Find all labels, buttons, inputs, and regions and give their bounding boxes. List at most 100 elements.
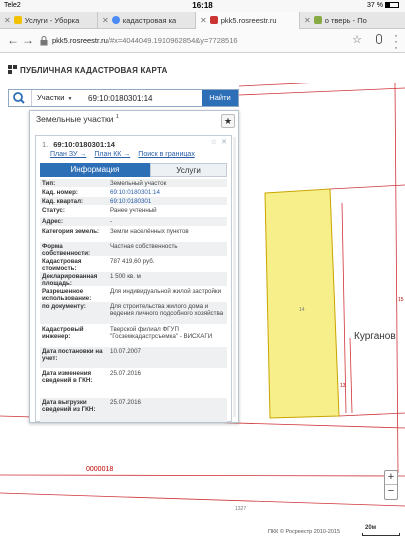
field-label: Категория земель: xyxy=(42,228,100,235)
battery-percent: 37 % xyxy=(367,2,383,9)
panel-scrollbar[interactable] xyxy=(233,137,236,417)
bookmark-star-icon[interactable]: ☆ xyxy=(352,33,362,46)
table-row: Кад. номер: 69:10:0180301:14 xyxy=(40,188,227,197)
menu-dots-icon[interactable]: · · · xyxy=(394,29,398,53)
field-label: Кадастровая стоимость: xyxy=(42,258,82,272)
browser-tab-3[interactable]: ✕ pkk5.rosreestr.ru xyxy=(196,12,300,29)
search-within-link[interactable]: Поиск в границах xyxy=(138,151,195,158)
field-label: Кад. квартал: xyxy=(42,198,84,205)
table-row: Декларированная площадь: 1 500 кв. м xyxy=(40,272,227,287)
tab-services[interactable]: Услуги xyxy=(150,163,227,177)
field-value: Земли населённых пунктов xyxy=(110,228,189,235)
zoom-in-button[interactable]: + xyxy=(385,471,397,485)
table-row: Тип: Земельный участок xyxy=(40,179,227,188)
tab-info[interactable]: Информация xyxy=(40,163,150,177)
forward-arrow-icon[interactable]: → xyxy=(22,33,34,47)
cadastral-number-link[interactable]: 69:10:0180301:14 xyxy=(108,188,227,196)
address-bar: ← → pkk5.rosreestr.ru/#x=4044049.1910962… xyxy=(0,29,405,53)
close-tab-icon[interactable]: ✕ xyxy=(4,16,11,25)
field-value: Тверской филиал ФГУП "Госземкадастрсъемк… xyxy=(110,326,213,340)
parcel-number: 69:10:0180301:14 xyxy=(53,140,115,149)
search-type-label: Участки xyxy=(37,93,65,102)
status-bar: Tele2 16:18 37 % xyxy=(0,0,405,12)
field-value: Земельный участок xyxy=(110,180,167,187)
back-arrow-icon[interactable]: ← xyxy=(7,33,19,47)
zoom-out-button[interactable]: − xyxy=(385,485,397,499)
chevron-down-icon: ▼ xyxy=(67,96,73,102)
field-value: 25.07.2016 xyxy=(110,399,141,406)
parcel-side-label: 13 xyxy=(340,383,346,389)
field-label: Форма собственности: xyxy=(42,243,91,257)
close-tab-icon[interactable]: ✕ xyxy=(102,16,109,25)
table-row: Кадастровая стоимость: 787 419,60 руб. xyxy=(40,257,227,272)
panel-title-text: Земельные участки xyxy=(36,114,114,124)
parcel-side-label: 15 xyxy=(398,297,404,303)
field-label: Декларированная площадь: xyxy=(42,273,98,287)
plan-kk-link[interactable]: План КК → xyxy=(94,151,130,158)
browser-tab-4[interactable]: ✕ о тверь - По xyxy=(300,12,405,29)
field-label: Дата выгрузки сведений из ГКН: xyxy=(42,399,96,413)
table-row: Дата выгрузки сведений из ГКН: 25.07.2016 xyxy=(40,398,227,422)
browser-tab-1[interactable]: ✕ Услуги - Уборка xyxy=(0,12,98,29)
tab-title: о тверь - По xyxy=(324,16,367,25)
street-label: Курганов xyxy=(354,331,396,342)
search-input[interactable] xyxy=(85,91,203,105)
card-tabs: Информация Услуги xyxy=(40,163,227,177)
table-row: Дата изменения сведений в ГКН: 25.07.2016 xyxy=(40,369,227,398)
field-label: Тип: xyxy=(42,180,56,187)
url-path: /#x=4044049.1910962854&y=7728516 xyxy=(107,36,238,45)
url-host: pkk5.rosreestr.ru xyxy=(52,36,108,45)
field-label: по документу: xyxy=(42,303,86,310)
info-table: Тип: Земельный участок Кад. номер: 69:10:0… xyxy=(40,179,227,422)
parcel-card-header: 1. 69:10:0180301:14 xyxy=(42,140,115,149)
page-header: ПУБЛИЧНАЯ КАДАСТРОВАЯ КАРТА xyxy=(0,53,405,83)
browser-tab-strip: ✕ Услуги - Уборка ✕ кадастровая ка ✕ pkk5.r… xyxy=(0,12,405,29)
result-count: 1 xyxy=(115,114,119,121)
field-value: Ранее учтенный xyxy=(110,207,157,214)
zoom-control: + − xyxy=(384,470,398,500)
find-button[interactable]: Найти xyxy=(202,90,238,106)
table-row: Категория земель: Земли населённых пункто… xyxy=(40,227,227,242)
scale-label: 20м xyxy=(365,525,377,531)
parcel-bottom-label: 1327 xyxy=(235,506,246,512)
copyright-text: ПКК © Росреестр 2010-2015 xyxy=(268,529,341,535)
selected-parcel[interactable] xyxy=(264,188,340,419)
parcel-number-label: 14 xyxy=(299,307,305,313)
table-row: Кад. квартал: 69:10:0180301 xyxy=(40,197,227,206)
card-links: План ЗУ → План КК → Поиск в границах xyxy=(50,151,203,158)
cadastral-quarter-link[interactable]: 69:10:0180301 xyxy=(108,197,227,205)
pin-star-button[interactable]: ★ xyxy=(221,114,235,128)
field-value: 10.07.2007 xyxy=(110,348,141,355)
page-title: ПУБЛИЧНАЯ КАДАСТРОВАЯ КАРТА xyxy=(20,66,168,75)
close-card-icon[interactable]: ✕ xyxy=(221,138,227,146)
favorite-star-icon[interactable]: ☆ xyxy=(211,138,217,146)
field-label: Кад. номер: xyxy=(42,189,78,196)
tab-title: Услуги - Уборка xyxy=(24,16,80,25)
table-row: Адрес: - xyxy=(40,217,227,227)
close-tab-icon[interactable]: ✕ xyxy=(304,16,311,25)
clock: 16:18 xyxy=(192,1,213,10)
results-panel: Земельные участки 1 ★ 1. 69:10:0180301:14… xyxy=(29,110,239,423)
favicon-icon xyxy=(209,16,218,24)
battery-indicator: 37 % xyxy=(367,2,399,9)
microphone-icon[interactable] xyxy=(376,34,382,44)
favicon-icon xyxy=(313,16,322,24)
field-label: Кадастровый инженер: xyxy=(42,326,84,340)
field-value: Для индивидуальной жилой застройки xyxy=(110,288,222,295)
table-row: Кадастровый инженер: Тверской филиал ФГУП… xyxy=(40,325,227,347)
browser-tab-2[interactable]: ✕ кадастровая ка xyxy=(98,12,196,29)
field-value: 25.07.2016 xyxy=(110,370,141,377)
close-tab-icon[interactable]: ✕ xyxy=(200,16,207,25)
field-label: Дата постановки на учет: xyxy=(42,348,103,362)
screen: Tele2 16:18 37 % ✕ Услуги - Уборка ✕ кадас… xyxy=(0,0,405,540)
rosreestr-logo-icon xyxy=(8,65,17,74)
battery-icon xyxy=(385,2,399,8)
url-field[interactable]: pkk5.rosreestr.ru/#x=4044049.1910962854&… xyxy=(52,33,352,48)
field-value: 787 419,60 руб. xyxy=(110,258,155,265)
parcel-code-label: 0000018 xyxy=(86,466,114,473)
plan-zu-link[interactable]: План ЗУ → xyxy=(50,151,86,158)
parcel-card: 1. 69:10:0180301:14 ☆ ✕ План ЗУ → План КК … xyxy=(35,135,232,422)
search-type-select[interactable]: Участки ▼ xyxy=(31,90,81,106)
tab-title: pkk5.rosreestr.ru xyxy=(220,16,277,25)
search-icon[interactable] xyxy=(9,90,29,106)
